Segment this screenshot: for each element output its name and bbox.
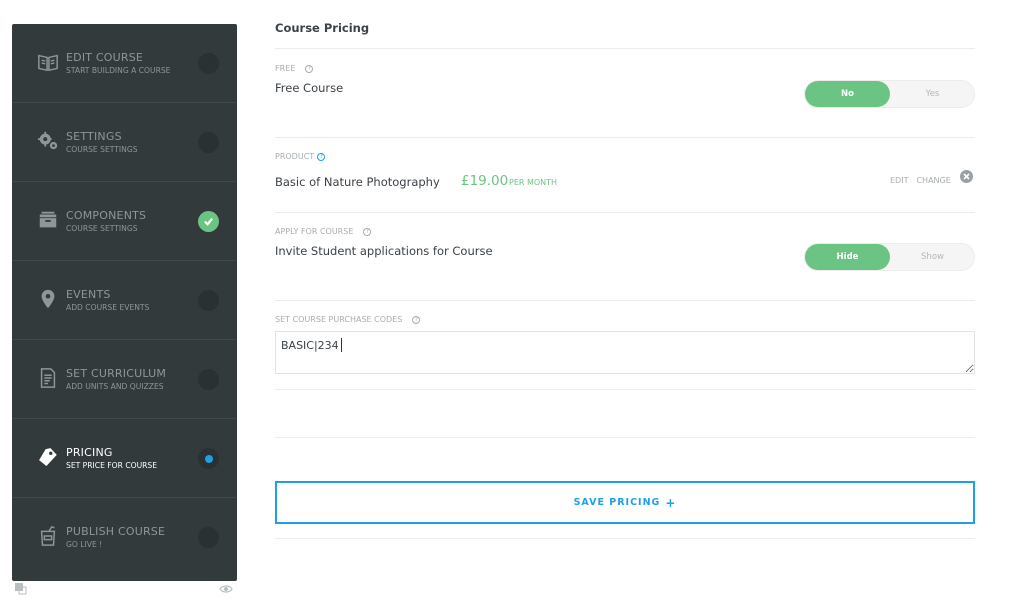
status-indicator	[198, 132, 219, 153]
help-icon[interactable]: ?	[363, 227, 372, 236]
check-icon	[204, 218, 214, 226]
divider	[275, 212, 975, 213]
step-subtitle: Start building a course	[66, 66, 171, 75]
step-publish-course[interactable]: Publish Course Go live !	[12, 498, 237, 577]
step-subtitle: Course settings	[66, 224, 138, 233]
step-title: Edit Course	[66, 51, 144, 64]
toggle-option-hide[interactable]: Hide	[805, 244, 890, 270]
help-icon[interactable]: ?	[305, 64, 314, 73]
step-subtitle: Set price for course	[66, 461, 158, 470]
divider	[275, 389, 975, 390]
toggle-option-no[interactable]: No	[805, 81, 890, 107]
purchase-codes-label-text: Set course purchase codes	[275, 315, 403, 324]
step-title: Settings	[66, 130, 122, 143]
map-pin-icon	[36, 287, 60, 311]
step-events[interactable]: Events Add course events	[12, 261, 237, 340]
edit-product-link[interactable]: EDIT	[890, 176, 908, 185]
step-subtitle: Course settings	[66, 145, 138, 154]
tag-icon	[36, 445, 60, 469]
divider	[275, 538, 975, 539]
divider	[275, 437, 975, 438]
divider	[275, 137, 975, 138]
eye-icon[interactable]	[219, 584, 233, 594]
status-indicator	[198, 211, 219, 232]
help-icon[interactable]: ?	[412, 315, 421, 324]
active-dot	[204, 454, 213, 463]
divider	[275, 300, 975, 301]
save-pricing-button[interactable]: SAVE PRICING +	[275, 481, 975, 524]
step-components[interactable]: Components Course settings	[12, 182, 237, 261]
free-course-toggle[interactable]: No Yes	[804, 80, 975, 108]
apply-label-text: Apply for course	[275, 227, 354, 236]
step-set-curriculum[interactable]: Set Curriculum Add units and quizzes	[12, 340, 237, 419]
status-indicator	[198, 290, 219, 311]
step-subtitle: Go live !	[66, 540, 103, 549]
product-label: Product ?	[275, 152, 326, 161]
status-indicator	[198, 527, 219, 548]
text-cursor	[341, 338, 342, 352]
course-steps-sidebar: Edit Course Start building a course Sett…	[12, 24, 237, 581]
step-title: Events	[66, 288, 111, 301]
step-title: Set Curriculum	[66, 367, 167, 380]
drink-icon	[36, 524, 60, 548]
step-settings[interactable]: Settings Course settings	[12, 103, 237, 182]
remove-product-icon[interactable]	[960, 170, 973, 183]
product-name: Basic of Nature Photography	[275, 175, 440, 189]
step-pricing[interactable]: Pricing Set price for course	[12, 419, 237, 498]
apply-label: Apply for course ?	[275, 227, 372, 236]
document-icon	[36, 366, 60, 390]
free-label: Free ?	[275, 64, 314, 73]
step-edit-course[interactable]: Edit Course Start building a course	[12, 24, 237, 103]
change-product-link[interactable]: CHANGE	[916, 176, 950, 185]
step-title: Pricing	[66, 446, 113, 459]
free-label-text: Free	[275, 64, 296, 73]
applications-toggle[interactable]: Hide Show	[804, 243, 975, 271]
status-indicator	[198, 369, 219, 390]
purchase-codes-label: Set course purchase codes ?	[275, 315, 421, 324]
save-pricing-label: SAVE PRICING	[573, 497, 661, 508]
copy-icon[interactable]	[15, 583, 27, 595]
free-course-title: Free Course	[275, 81, 344, 95]
gears-icon	[36, 129, 60, 153]
price-period: per month	[509, 178, 558, 187]
plus-icon: +	[665, 495, 677, 510]
purchase-codes-input[interactable]: BASIC|234	[275, 331, 975, 374]
status-indicator	[198, 53, 219, 74]
step-subtitle: Add units and quizzes	[66, 382, 164, 391]
product-label-text: Product	[275, 152, 315, 161]
step-title: Components	[66, 209, 147, 222]
step-subtitle: Add course events	[66, 303, 150, 312]
page-title: Course Pricing	[275, 21, 370, 35]
divider	[275, 48, 975, 49]
toggle-option-yes[interactable]: Yes	[890, 81, 975, 107]
invite-applications-title: Invite Student applications for Course	[275, 244, 493, 258]
product-price: £19.00	[461, 173, 509, 189]
help-icon[interactable]: ?	[317, 152, 326, 161]
book-icon	[36, 50, 60, 74]
toggle-option-show[interactable]: Show	[890, 244, 975, 270]
step-title: Publish Course	[66, 525, 166, 538]
status-indicator	[198, 448, 219, 469]
product-actions: EDIT CHANGE	[890, 176, 951, 185]
archive-icon	[36, 208, 60, 232]
